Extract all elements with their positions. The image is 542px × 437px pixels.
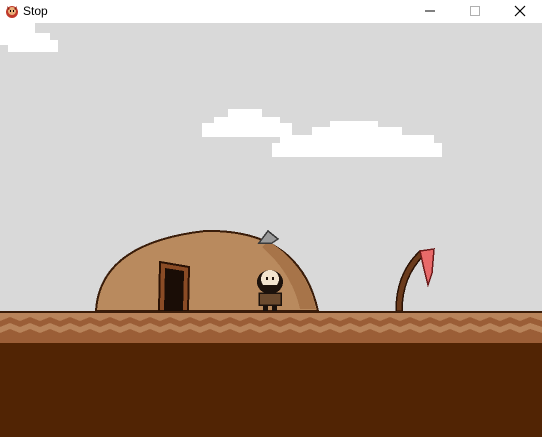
game-window: Stop [0, 0, 542, 437]
maximize-icon [470, 6, 480, 16]
close-button[interactable] [497, 0, 542, 22]
game-canvas[interactable] [0, 23, 542, 437]
title-bar[interactable]: Stop [0, 0, 542, 23]
soil [0, 343, 542, 437]
player-character [257, 270, 283, 311]
minimize-button[interactable] [407, 0, 452, 22]
red-creature-icon [6, 6, 18, 18]
close-icon [514, 5, 526, 17]
maximize-button[interactable] [452, 0, 497, 22]
window-title: Stop [23, 4, 48, 18]
hut-door [157, 260, 191, 312]
minimize-icon [425, 10, 435, 12]
